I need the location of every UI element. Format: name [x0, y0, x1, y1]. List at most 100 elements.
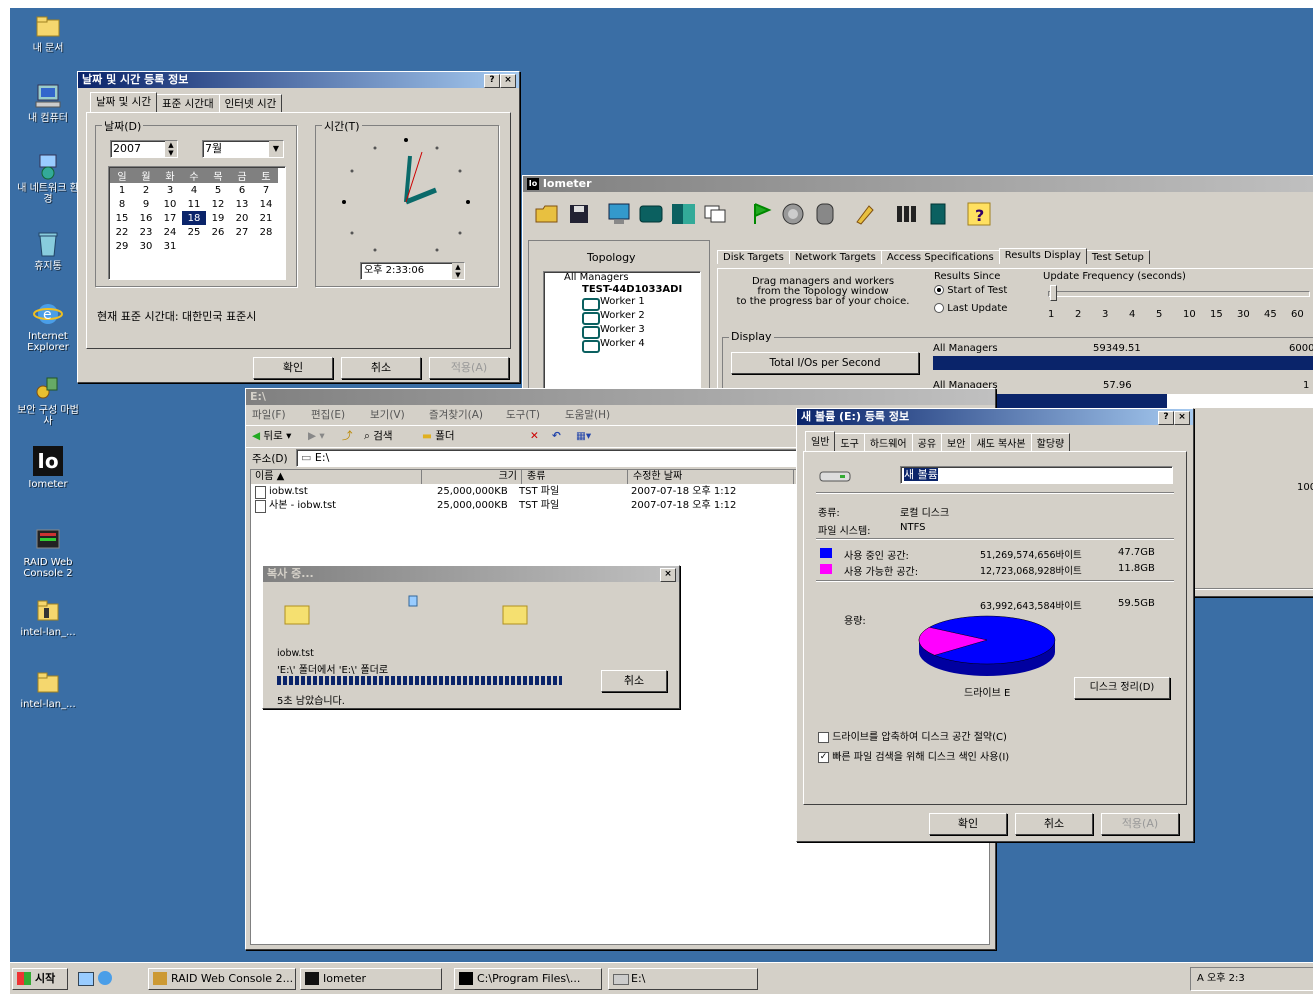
task-iometer[interactable]: Iometer	[300, 968, 442, 990]
calendar-day[interactable]: 16	[134, 211, 158, 225]
desktop-icon-my-computer[interactable]: 내 컴퓨터	[13, 82, 83, 124]
tab-internet-time[interactable]: 인터넷 시간	[218, 94, 283, 112]
ok-button[interactable]: 확인	[253, 357, 333, 379]
column-name[interactable]: 이름 ▲	[251, 470, 422, 484]
menu-item[interactable]: 파일(F)	[252, 406, 286, 424]
apply-button[interactable]: 적용(A)	[1101, 813, 1179, 835]
slider-thumb[interactable]	[1050, 285, 1057, 301]
show-desktop-icon[interactable]	[78, 972, 94, 986]
calendar-day[interactable]: 4	[182, 183, 206, 197]
start-of-test-radio[interactable]: Start of Test	[934, 285, 1007, 296]
tab-security[interactable]: 보안	[941, 433, 972, 451]
cancel-button[interactable]: 취소	[341, 357, 421, 379]
calendar-day[interactable]: 7	[254, 183, 278, 197]
apply-button[interactable]: 적용(A)	[429, 357, 509, 379]
close-button[interactable]: ×	[660, 568, 676, 582]
help-button[interactable]: ?	[484, 74, 500, 88]
month-select[interactable]: 7월 ▼	[202, 140, 284, 158]
reset-icon[interactable]	[851, 200, 879, 228]
calendar-day[interactable]: 26	[206, 225, 230, 239]
help-button[interactable]: ?	[1158, 411, 1174, 425]
menu-item[interactable]: 도움말(H)	[565, 406, 610, 424]
volume-properties-titlebar[interactable]: 새 볼륨 (E:) 등록 정보 ? ×	[797, 409, 1193, 425]
calendar-day[interactable]: 28	[254, 225, 278, 239]
undo-icon[interactable]: ↶	[552, 426, 561, 446]
last-update-radio[interactable]: Last Update	[934, 303, 1007, 314]
calendar-day[interactable]: 18	[182, 211, 206, 225]
search-button[interactable]: ⌕ 검색	[364, 426, 393, 446]
tab-tools[interactable]: 도구	[834, 433, 865, 451]
folders-button[interactable]: ▬ 폴더	[422, 426, 455, 446]
tab-access-specifications[interactable]: Access Specifications	[880, 250, 1000, 264]
explorer-titlebar[interactable]: E:\	[246, 389, 995, 405]
tree-item-worker-2[interactable]: Worker 2	[600, 310, 645, 321]
desktop-icon-intel-lan-1[interactable]: intel-lan_...	[13, 596, 83, 638]
up-folder-icon[interactable]: ⤴	[342, 426, 353, 446]
tab-hardware[interactable]: 하드웨어	[863, 433, 913, 451]
tab-results-display[interactable]: Results Display	[998, 248, 1087, 264]
compress-checkbox[interactable]: 드라이브를 압축하여 디스크 공간 절약(C)	[818, 728, 1007, 743]
menu-item[interactable]: 즐겨찾기(A)	[429, 406, 483, 424]
tree-item-worker-3[interactable]: Worker 3	[600, 324, 645, 335]
tree-item-worker-4[interactable]: Worker 4	[600, 338, 645, 349]
calendar-day[interactable]: 23	[134, 225, 158, 239]
task-explorer-e[interactable]: E:\	[608, 968, 758, 990]
copy-titlebar[interactable]: 복사 중... ×	[263, 566, 679, 582]
close-button[interactable]: ×	[1174, 411, 1190, 425]
desktop-icon-raid-web-console[interactable]: RAID Web Console 2	[13, 526, 83, 579]
internet-explorer-icon[interactable]	[98, 971, 112, 985]
calendar-day[interactable]: 1	[110, 183, 134, 197]
menu-item[interactable]: 도구(T)	[506, 406, 540, 424]
worker-icon[interactable]	[637, 200, 665, 228]
exit-icon[interactable]	[893, 200, 921, 228]
calendar-day[interactable]: 5	[206, 183, 230, 197]
close-button[interactable]: ×	[500, 74, 516, 88]
calendar-day[interactable]: 3	[158, 183, 182, 197]
views-icon[interactable]: ▦▾	[576, 426, 591, 446]
topology-tree[interactable]: All Managers TEST-44D1033ADI Worker 1 Wo…	[543, 271, 701, 393]
tab-timezone[interactable]: 표준 시간대	[155, 94, 220, 112]
desktop-icon-intel-lan-2[interactable]: intel-lan_...	[13, 668, 83, 710]
calendar-day[interactable]: 14	[254, 197, 278, 211]
desktop-icon-recycle-bin[interactable]: 휴지통	[13, 230, 83, 272]
calendar-day[interactable]: 31	[158, 239, 182, 253]
calendar-day[interactable]: 13	[230, 197, 254, 211]
tab-sharing[interactable]: 공유	[911, 433, 943, 451]
iometer-titlebar[interactable]: Io Iometer	[523, 176, 1313, 192]
save-icon[interactable]	[565, 200, 593, 228]
calendar-day[interactable]: 17	[158, 211, 182, 225]
calendar-day[interactable]: 24	[158, 225, 182, 239]
copy-cancel-button[interactable]: 취소	[601, 670, 667, 692]
metric-select-button[interactable]: Total I/Os per Second	[731, 352, 919, 374]
tree-item-worker-1[interactable]: Worker 1	[600, 296, 645, 307]
manager-icon[interactable]	[669, 200, 697, 228]
year-spinner[interactable]: 2007 ▲ ▼	[110, 140, 178, 158]
calendar-day[interactable]: 30	[134, 239, 158, 253]
calendar-day[interactable]: 27	[230, 225, 254, 239]
calendar-day[interactable]: 21	[254, 211, 278, 225]
datetime-titlebar[interactable]: 날짜 및 시간 등록 정보 ? ×	[78, 72, 519, 88]
column-modified[interactable]: 수정한 날짜	[629, 470, 794, 484]
tab-shadow-copies[interactable]: 섀도 복사본	[970, 433, 1032, 451]
disk-cleanup-button[interactable]: 디스크 정리(D)	[1074, 677, 1170, 699]
time-field[interactable]: 오후 2:33:06 ▲ ▼	[360, 262, 465, 280]
open-icon[interactable]	[533, 200, 561, 228]
desktop-icon-internet-explorer[interactable]: e Internet Explorer	[13, 300, 83, 353]
index-checkbox[interactable]: ✓ 빠른 파일 검색을 위해 디스크 색인 사용(I)	[818, 748, 1009, 763]
save-results-icon[interactable]	[925, 200, 953, 228]
tab-quota[interactable]: 할당량	[1030, 433, 1071, 451]
calendar-day[interactable]: 22	[110, 225, 134, 239]
column-size[interactable]: 크기	[421, 470, 522, 484]
start-flag-icon[interactable]	[747, 200, 775, 228]
desktop-icon-my-documents[interactable]: 내 문서	[13, 12, 83, 54]
tree-item-all-managers[interactable]: All Managers	[564, 272, 629, 283]
tab-date-time[interactable]: 날짜 및 시간	[90, 92, 157, 112]
help-icon[interactable]: ?	[965, 200, 993, 228]
ok-button[interactable]: 확인	[929, 813, 1007, 835]
calendar-day[interactable]: 15	[110, 211, 134, 225]
calendar-day[interactable]: 2	[134, 183, 158, 197]
cancel-button[interactable]: 취소	[1015, 813, 1093, 835]
start-button[interactable]: 시작	[12, 968, 68, 990]
update-frequency-slider[interactable]	[1048, 291, 1310, 297]
desktop-icon-iometer[interactable]: Io Iometer	[13, 446, 83, 490]
